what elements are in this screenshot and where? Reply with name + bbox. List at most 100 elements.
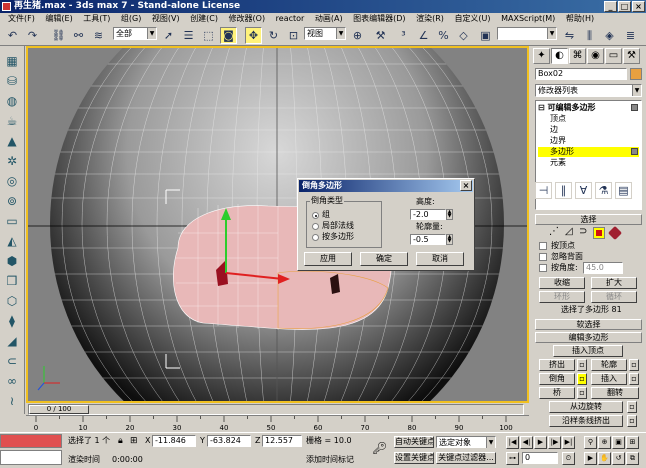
select-and-rotate-icon[interactable]: ↻ [265,27,282,44]
menu-modifiers[interactable]: 修改器(O) [229,13,266,25]
maximize-viewport-icon[interactable]: ⧉ [626,452,639,465]
create-capsule-icon[interactable]: ⊂ [3,352,21,370]
field-of-view-icon[interactable]: ▶ [584,452,597,465]
extrude-along-spline-button[interactable]: 沿样条线挤出 [549,415,623,427]
grow-button[interactable]: 扩大 [591,277,637,289]
z-coordinate-field[interactable]: 12.557 [262,435,302,447]
spinner-arrows-icon[interactable]: ▲ ▼ [446,209,453,220]
create-chamferbox-icon[interactable]: ❒ [3,272,21,290]
show-end-result-icon[interactable]: ∥ [555,182,572,199]
menu-rendering[interactable]: 渲染(R) [416,13,444,25]
radio-by-polygon[interactable] [312,234,319,241]
menu-help[interactable]: 帮助(H) [566,13,594,25]
configure-modifier-sets-icon[interactable]: ▤ [615,182,632,199]
create-spindle-icon[interactable]: ⧫ [3,312,21,330]
bevel-button[interactable]: 倒角 [539,373,575,385]
named-selection-dropdown[interactable]: ▼ [497,27,557,40]
key-filters-button[interactable]: 关键点过滤器... [436,452,496,464]
create-cone-icon[interactable]: ▲ [3,132,21,150]
utilities-tab-icon[interactable]: ⚒ [623,48,640,64]
bevel-settings-icon[interactable]: ▫ [577,373,587,385]
create-prism-icon[interactable]: ◢ [3,332,21,350]
current-frame-field[interactable]: 0 [522,452,558,464]
align-icon[interactable]: ⫼ [581,27,598,44]
dialog-close-button[interactable]: × [460,180,472,191]
create-pyramid-icon[interactable]: ◭ [3,232,21,250]
rectangular-selection-icon[interactable]: ⬚ [200,27,217,44]
create-torus-icon[interactable]: ⊚ [3,192,21,210]
key-icon[interactable]: 🔑︎ [372,442,387,454]
stack-item-vertex[interactable]: 顶点 [550,114,566,124]
outline-amount-spinner[interactable]: -0.5 ▲ ▼ [410,234,453,245]
lock-selection-icon[interactable]: 🔒︎ [118,436,123,446]
percent-snap-icon[interactable]: % [435,27,452,44]
extrude-spline-settings-icon[interactable]: ▫ [627,415,637,427]
select-object-icon[interactable]: ➚ [160,27,177,44]
go-to-end-icon[interactable]: ▶| [562,436,575,449]
object-color-swatch[interactable] [630,68,642,80]
loop-button[interactable]: 循环 [591,291,637,303]
by-vertex-checkbox[interactable] [539,242,547,250]
curve-editor-icon[interactable]: ≣ [622,27,639,44]
element-mode-icon[interactable] [607,225,623,241]
extrude-settings-icon[interactable]: ▫ [577,359,587,371]
create-hose-icon[interactable]: ≀ [3,392,21,410]
zoom-all-icon[interactable]: ⊕ [598,436,611,449]
polygon-mode-icon[interactable] [593,227,605,239]
modifier-list-dropdown[interactable]: 修改器列表 ▼ [535,84,642,97]
shrink-button[interactable]: 收缩 [539,277,585,289]
play-icon[interactable]: ▶ [534,436,547,449]
reference-coordinate-dropdown[interactable]: 视图 ▼ [304,27,346,40]
menu-group[interactable]: 组(G) [121,13,141,25]
menu-customize[interactable]: 自定义(U) [454,13,490,25]
menu-edit[interactable]: 编辑(E) [45,13,72,25]
hinge-settings-icon[interactable]: ▫ [627,401,637,413]
cancel-button[interactable]: 取消 [416,252,464,266]
stack-light-bulb-icon[interactable] [631,104,638,111]
add-time-tag[interactable]: 添加时间标记 [306,455,354,465]
create-star-icon[interactable]: ✲ [3,152,21,170]
previous-frame-icon[interactable]: ◀| [520,436,533,449]
create-hedra-icon[interactable]: ⬢ [3,252,21,270]
layer-manager-icon[interactable]: ◈ [601,27,618,44]
snaps-toggle-icon[interactable]: ³ [395,27,412,44]
maximize-button[interactable]: □ [618,1,631,12]
create-cylinder-icon[interactable]: ⛁ [3,72,21,90]
object-name-field[interactable]: Box02 [535,68,627,80]
outline-button[interactable]: 轮廓 [591,359,627,371]
create-plane-icon[interactable]: ▭ [3,212,21,230]
make-unique-icon[interactable]: ∀ [575,182,592,199]
bridge-button[interactable]: 桥 [539,387,575,399]
extrude-button[interactable]: 挤出 [539,359,575,371]
maxscript-mini-listener[interactable] [0,450,62,465]
zoom-icon[interactable]: ⚲ [584,436,597,449]
motion-tab-icon[interactable]: ◉ [587,48,604,64]
inset-settings-icon[interactable]: ▫ [629,373,639,385]
unlink-icon[interactable]: ⚯ [70,27,87,44]
selection-filter-dropdown[interactable]: 全部 ▼ [113,27,157,40]
remove-modifier-icon[interactable]: ⚗ [595,182,612,199]
spinner-snap-icon[interactable]: ◇ [455,27,472,44]
angle-snap-icon[interactable]: ∠ [415,27,432,44]
apply-button[interactable]: 应用 [304,252,352,266]
edge-mode-icon[interactable]: ◿ [565,227,573,237]
stack-item-border[interactable]: 边界 [550,136,566,146]
menu-graph-editors[interactable]: 图表编辑器(D) [353,13,405,25]
menu-create[interactable]: 创建(C) [190,13,218,25]
soft-selection-rollout-header[interactable]: 软选择 [535,319,642,330]
create-sphere-icon[interactable]: ◍ [3,92,21,110]
create-tab-icon[interactable]: ✦ [533,48,550,64]
stack-item-edge[interactable]: 边 [550,125,558,135]
menu-reactor[interactable]: reactor [276,13,305,25]
angle-spinner[interactable]: 45.0 [583,262,623,274]
track-bar[interactable]: 0 10 20 30 40 50 60 70 80 90 100 [26,415,529,432]
menu-tools[interactable]: 工具(T) [83,13,110,25]
insert-vertex-button[interactable]: 插入顶点 [553,345,623,357]
time-configuration-icon[interactable]: ⏲ [562,452,575,465]
selected-object-dropdown[interactable]: 选定对象 ▼ [436,436,496,448]
zoom-extents-all-icon[interactable]: ⊞ [626,436,639,449]
pin-stack-icon[interactable]: ⊣ [535,182,552,199]
hinge-from-edge-button[interactable]: 从边旋转 [549,401,623,413]
menu-views[interactable]: 视图(V) [152,13,180,25]
x-coordinate-field[interactable]: -11.846 [152,435,196,447]
